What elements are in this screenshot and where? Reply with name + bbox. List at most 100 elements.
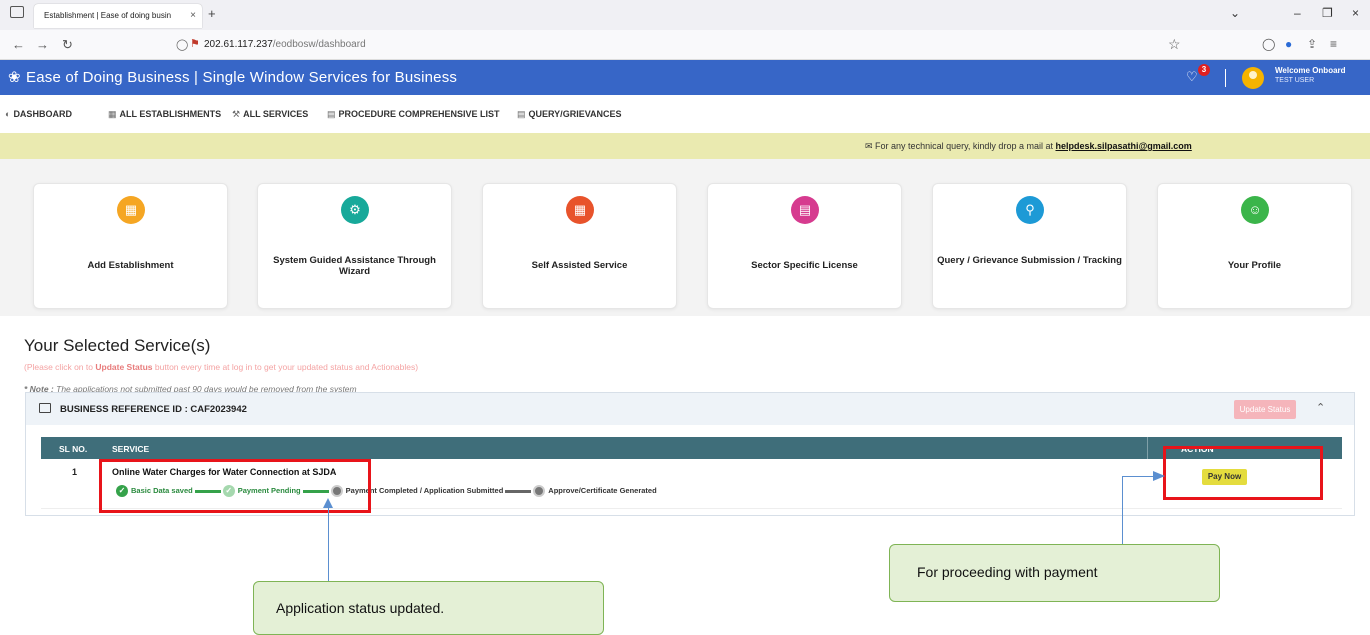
pocket-icon[interactable]: ◯: [1262, 37, 1275, 51]
shield-icon[interactable]: ◯: [176, 38, 188, 51]
card-label: Add Establishment: [87, 260, 174, 271]
hint-bold: Update Status: [95, 362, 153, 372]
notification-badge[interactable]: 3: [1198, 64, 1210, 76]
reference-caption: BUSINESS REFERENCE ID :: [60, 404, 188, 415]
back-arrow-icon[interactable]: ←: [12, 37, 25, 52]
menu-icon[interactable]: ≡: [1330, 37, 1337, 51]
welcome-text[interactable]: Welcome Onboard: [1275, 66, 1346, 75]
callout-text: For proceeding with payment: [917, 564, 1098, 580]
tab-close-icon[interactable]: ×: [190, 4, 196, 28]
apps-icon: ▦: [566, 196, 594, 224]
callout-text: Application status updated.: [276, 600, 445, 616]
quick-actions-area: ▦ Add Establishment ⚙ System Guided Assi…: [0, 159, 1370, 316]
browser-url-bar: ← → ↻ ◯ ⚑ 202.61.117.237/eodbosw/dashboa…: [0, 30, 1370, 60]
building-icon: ▦: [108, 109, 117, 119]
license-icon: ▤: [791, 196, 819, 224]
menu-item-all-establishments[interactable]: ▦ ALL ESTABLISHMENTS: [108, 109, 221, 120]
update-status-button[interactable]: Update Status: [1234, 400, 1296, 419]
tab-title: Establishment | Ease of doing busin: [44, 11, 172, 20]
reference-label: BUSINESS REFERENCE ID : CAF2023942: [60, 404, 247, 415]
arrow-up-icon: [323, 498, 333, 508]
payment-pointer-line: [1122, 476, 1123, 544]
app-header: ❀ Ease of Doing Business | Single Window…: [0, 60, 1370, 95]
menu-item-query-grievances[interactable]: ▤ QUERY/GRIEVANCES: [517, 109, 622, 120]
reload-icon[interactable]: ↻: [62, 37, 73, 53]
bell-icon[interactable]: ♡: [1186, 69, 1198, 85]
building-icon: ▦: [117, 196, 145, 224]
search-icon: ⚲: [1016, 196, 1044, 224]
table-header: SL NO. SERVICE ACTION: [41, 437, 1342, 459]
logo-icon: ❀: [8, 69, 21, 86]
browser-tab[interactable]: Establishment | Ease of doing busin ×: [34, 4, 202, 28]
column-service: SERVICE: [112, 444, 150, 454]
restore-icon[interactable]: ❐: [1322, 6, 1333, 20]
card-add-establishment[interactable]: ▦ Add Establishment: [33, 183, 228, 309]
step-connector: [505, 489, 532, 493]
notice-text: ✉ For any technical query, kindly drop a…: [865, 141, 1192, 152]
chevron-up-icon[interactable]: ⌃: [1316, 401, 1325, 414]
column-sl: SL NO.: [59, 444, 88, 454]
arrow-right-icon: [1153, 471, 1165, 481]
menu-label: DASHBOARD: [13, 109, 72, 119]
card-label: Your Profile: [1227, 260, 1282, 271]
step-label: Approve/Certificate Generated: [548, 485, 657, 495]
payment-callout: For proceeding with payment: [889, 544, 1220, 602]
card-label: Self Assisted Service: [531, 260, 628, 271]
list-icon: ▤: [517, 109, 526, 119]
helpdesk-mail-link[interactable]: helpdesk.silpasathi@gmail.com: [1055, 141, 1191, 151]
menu-label: QUERY/GRIEVANCES: [528, 109, 622, 119]
close-icon[interactable]: ×: [1352, 6, 1359, 20]
dashboard-icon: ◐: [5, 109, 11, 119]
list-icon: [39, 403, 51, 413]
forward-arrow-icon[interactable]: →: [36, 37, 49, 52]
main-menu: ◐ DASHBOARD ▦ ALL ESTABLISHMENTS ⚒ ALL SERV…: [0, 95, 1370, 133]
menu-label: ALL SERVICES: [243, 109, 309, 119]
row-sl: 1: [72, 467, 78, 477]
menu-label: ALL ESTABLISHMENTS: [119, 109, 222, 119]
lock-icon[interactable]: ⚑: [190, 37, 200, 50]
app-title: Ease of Doing Business | Single Window S…: [26, 69, 458, 86]
menu-item-all-services[interactable]: ⚒ ALL SERVICES: [232, 109, 308, 120]
card-query-grievance[interactable]: ⚲ Query / Grievance Submission / Trackin…: [932, 183, 1127, 309]
notice-message: For any technical query, kindly drop a m…: [875, 141, 1053, 151]
card-guided-assistance[interactable]: ⚙ System Guided Assistance Through Wizar…: [257, 183, 452, 309]
header-divider: [1225, 69, 1226, 87]
profile-icon: ☺: [1241, 196, 1269, 224]
status-callout: Application status updated.: [253, 581, 604, 635]
card-your-profile[interactable]: ☺ Your Profile: [1157, 183, 1352, 309]
payment-pointer-line: [1122, 476, 1154, 477]
status-pointer-line: [328, 505, 329, 582]
column-divider: [1147, 437, 1148, 459]
menu-item-procedure-list[interactable]: ▤ PROCEDURE COMPREHENSIVE LIST: [327, 109, 500, 120]
pay-highlight-box: [1163, 446, 1323, 500]
reference-id: CAF2023942: [190, 404, 247, 415]
card-label: Sector Specific License: [751, 260, 858, 271]
url-host: 202.61.117.237: [204, 39, 273, 50]
avatar[interactable]: [1242, 67, 1264, 89]
card-sector-license[interactable]: ▤ Sector Specific License: [707, 183, 902, 309]
card-self-assisted-service[interactable]: ▦ Self Assisted Service: [482, 183, 677, 309]
card-label: System Guided Assistance Through Wizard: [273, 255, 436, 277]
hint-pre: (Please click on to: [24, 362, 93, 372]
hint-post: button every time at log in to get your …: [154, 362, 419, 372]
minimize-icon[interactable]: –: [1294, 6, 1301, 20]
browser-tab-bar: Establishment | Ease of doing busin × + …: [0, 0, 1370, 30]
address-field[interactable]: 202.61.117.237/eodbosw/dashboard: [204, 39, 366, 50]
menu-label: PROCEDURE COMPREHENSIVE LIST: [338, 109, 500, 119]
extensions-icon[interactable]: ⇪: [1307, 37, 1317, 51]
wrench-icon: ⚒: [232, 109, 241, 119]
notice-bar: ✉ For any technical query, kindly drop a…: [0, 133, 1370, 159]
account-icon[interactable]: ●: [1285, 37, 1292, 51]
pending-dot-icon: [533, 485, 546, 497]
step-approve: Approve/Certificate Generated: [533, 485, 657, 497]
mail-icon: ✉: [865, 141, 876, 151]
menu-item-dashboard[interactable]: ◐ DASHBOARD: [5, 109, 72, 119]
bookmark-star-icon[interactable]: ☆: [1168, 36, 1181, 53]
gear-icon: ⚙: [341, 196, 369, 224]
user-name: TEST USER: [1275, 77, 1315, 84]
chevron-down-icon[interactable]: ⌄: [1230, 6, 1240, 20]
card-label: Query / Grievance Submission / Tracking: [937, 255, 1122, 266]
new-tab-button[interactable]: +: [208, 6, 216, 21]
tab-list-icon[interactable]: [10, 6, 24, 18]
update-hint: (Please click on to Update Status button…: [24, 362, 418, 372]
